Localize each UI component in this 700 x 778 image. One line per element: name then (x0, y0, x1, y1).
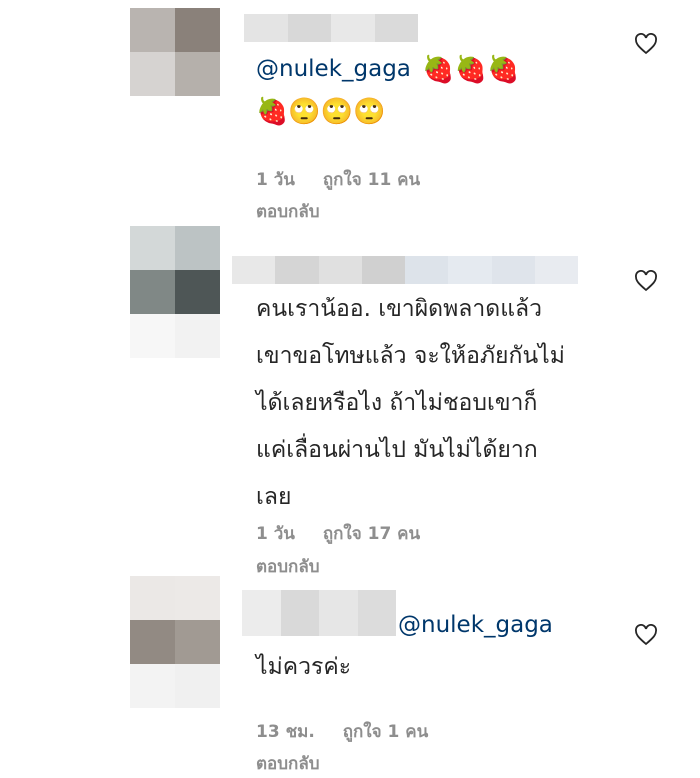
heart-outline-icon[interactable] (634, 270, 658, 292)
comment-meta: 1 วัน ถูกใจ 17 คน (256, 520, 442, 547)
comment-line-1: คนเราน้ออ. เขาผิดพลาดแล้ว (256, 296, 543, 322)
comment-body: ไม่ควรค่ะ (256, 654, 352, 680)
comment-text: @nulek_gaga (398, 606, 553, 644)
emoji-sequence: 🍓🙄🙄🙄 (256, 96, 386, 127)
likes-count[interactable]: ถูกใจ 11 คน (323, 170, 420, 190)
avatar[interactable] (130, 8, 220, 96)
comment-meta: 1 วัน ถูกใจ 11 คน (256, 166, 442, 193)
reply-button[interactable]: ตอบกลับ (256, 553, 320, 580)
heart-outline-icon[interactable] (634, 624, 658, 646)
mention-link[interactable]: @nulek_gaga (398, 612, 553, 638)
username-blurred[interactable] (244, 14, 418, 42)
timestamp: 13 ชม. (256, 722, 315, 742)
comment-text: @nulek_gaga 🍓🍓🍓 (256, 50, 519, 89)
username-blurred[interactable] (232, 256, 578, 284)
comment-line-3: ได้เลยหรือไง ถ้าไม่ชอบเขาก็ (256, 390, 538, 416)
avatar[interactable] (130, 576, 220, 708)
comment-line-5: เลย (256, 484, 292, 510)
comment-text: คนเราน้ออ. เขาผิดพลาดแล้ว เขาขอโทษแล้ว จ… (256, 290, 565, 525)
avatar[interactable] (130, 226, 220, 358)
comment-line-4: แค่เลื่อนผ่านไป มันไม่ได้ยาก (256, 437, 538, 463)
reply-button[interactable]: ตอบกลับ (256, 750, 320, 777)
mention-link[interactable]: @nulek_gaga (256, 56, 411, 82)
timestamp: 1 วัน (256, 524, 295, 544)
heart-outline-icon[interactable] (634, 33, 658, 55)
likes-count[interactable]: ถูกใจ 1 คน (343, 722, 429, 742)
timestamp: 1 วัน (256, 170, 295, 190)
reply-button[interactable]: ตอบกลับ (256, 198, 320, 225)
username-blurred[interactable] (242, 590, 396, 636)
likes-count[interactable]: ถูกใจ 17 คน (323, 524, 420, 544)
comment-line-2: เขาขอโทษแล้ว จะให้อภัยกันไม่ (256, 343, 565, 369)
comment-text-line2: ไม่ควรค่ะ (256, 648, 351, 686)
comment-meta: 13 ชม. ถูกใจ 1 คน (256, 718, 450, 745)
comment-text-line2: 🍓🙄🙄🙄 (256, 92, 386, 131)
strawberry-emoji: 🍓🍓🍓 (422, 54, 520, 85)
